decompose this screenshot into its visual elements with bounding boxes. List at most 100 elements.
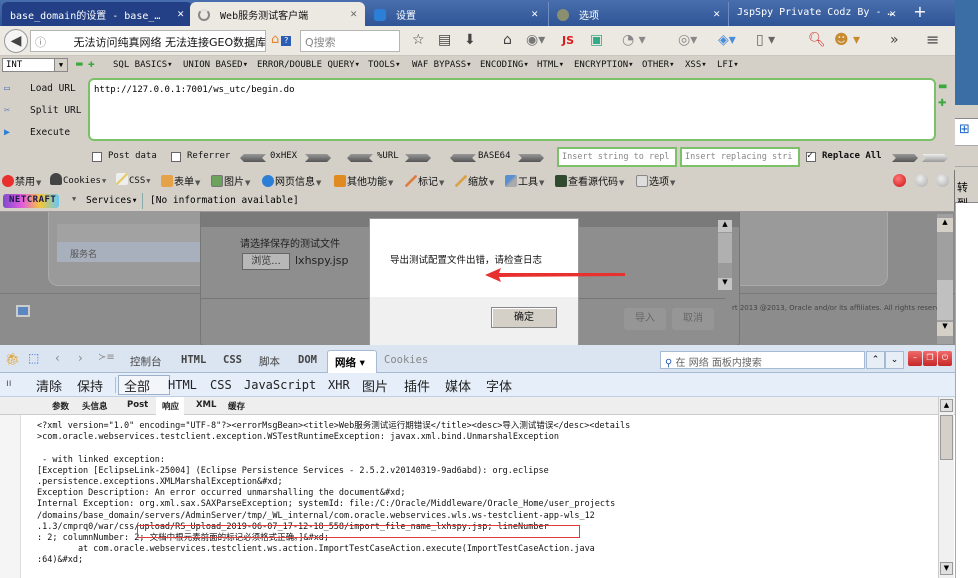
- tab-jspspy[interactable]: JspSpy Private Codz By - … ✕: [728, 2, 904, 26]
- filter-fonts[interactable]: 字体: [486, 376, 512, 395]
- menu-icon[interactable]: ≡: [926, 30, 939, 49]
- forward-icon[interactable]: ›: [78, 351, 83, 365]
- cancel-button[interactable]: 取消: [672, 308, 714, 330]
- image-tool-icon[interactable]: ▣: [590, 32, 603, 50]
- netcraft-dropdown-icon[interactable]: ▼: [72, 195, 76, 203]
- referrer-checkbox[interactable]: [171, 152, 181, 162]
- download-icon[interactable]: ⬇: [464, 32, 476, 50]
- menu-encoding[interactable]: ENCODING▾: [480, 60, 529, 70]
- hackbar-type-select[interactable]: INT ▼: [2, 58, 68, 72]
- replacing-string-input[interactable]: Insert replacing stri: [680, 147, 800, 167]
- warning-status-icon[interactable]: [915, 174, 928, 187]
- scroll-up-icon[interactable]: ▲: [718, 220, 732, 232]
- css-status-icon[interactable]: [936, 174, 949, 187]
- netcraft-services-menu[interactable]: Services▾: [86, 195, 137, 206]
- menu-union-based[interactable]: UNION BASED▾: [183, 60, 248, 70]
- close-icon[interactable]: ✕: [889, 7, 896, 20]
- menu-html[interactable]: HTML▾: [537, 60, 564, 70]
- hackbar-url-input[interactable]: http://127.0.0.1:7001/ws_utc/begin.do: [88, 78, 936, 141]
- geo-home-icon[interactable]: ⌂?: [271, 32, 292, 47]
- scroll-thumb[interactable]: [937, 280, 953, 320]
- replace-string-input[interactable]: Insert string to repl: [557, 147, 677, 167]
- error-status-icon[interactable]: [893, 174, 906, 187]
- menu-lfi[interactable]: LFI▾: [717, 60, 739, 70]
- scroll-thumb[interactable]: [940, 415, 953, 460]
- tab-post[interactable]: Post: [127, 400, 148, 410]
- bookmark-star-icon[interactable]: ☆: [412, 32, 425, 50]
- filter-media[interactable]: 媒体: [445, 376, 471, 395]
- url-encode-button[interactable]: [405, 154, 431, 162]
- tab-headers[interactable]: 头信息: [82, 400, 108, 412]
- wd-page-info[interactable]: 网页信息▼: [262, 173, 321, 188]
- url-decode-button[interactable]: [347, 154, 373, 162]
- layers-icon[interactable]: ◎▾: [678, 32, 697, 50]
- import-button[interactable]: 导入: [624, 308, 666, 330]
- tab-base-domain[interactable]: base_domain的设置 - base_… ✕: [2, 2, 192, 26]
- wd-cookies[interactable]: Cookies▼: [50, 173, 106, 186]
- replace-all-checkbox[interactable]: [806, 150, 816, 162]
- back-icon[interactable]: ‹: [55, 351, 60, 365]
- tab-cookies[interactable]: Cookies: [384, 354, 428, 366]
- address-bar[interactable]: ⓘ 无法访问纯真网络 无法连接GEO数据库: [30, 30, 266, 52]
- tab-settings[interactable]: 设置 ✕: [366, 2, 546, 26]
- tab-script[interactable]: 脚本: [259, 354, 280, 369]
- background-window-controls[interactable]: [955, 105, 978, 119]
- tab-response[interactable]: 响应: [162, 400, 179, 412]
- overflow-icon[interactable]: »: [890, 32, 899, 50]
- scroll-down-icon[interactable]: ▼: [937, 322, 953, 336]
- inspect-icon[interactable]: ⬚: [28, 351, 39, 365]
- wd-forms[interactable]: 表单▼: [161, 173, 200, 188]
- tab-net[interactable]: 网络 ▾: [327, 350, 377, 373]
- search-prev-button[interactable]: ⌃: [866, 351, 885, 369]
- filter-html[interactable]: HTML: [168, 378, 197, 392]
- search-next-button[interactable]: ⌄: [885, 351, 904, 369]
- tab-html[interactable]: HTML: [181, 354, 206, 366]
- globe-icon[interactable]: ◉▾: [526, 32, 545, 50]
- clipboard-icon[interactable]: ▯ ▾: [756, 32, 775, 50]
- close-firebug-icon[interactable]: ⏻: [938, 351, 952, 366]
- js-toggle-icon[interactable]: JS: [562, 34, 574, 52]
- color-icon[interactable]: ◈▾: [718, 32, 736, 50]
- info-icon[interactable]: ⓘ: [35, 36, 46, 49]
- wd-tools[interactable]: 工具▼: [505, 173, 544, 188]
- scroll-down-icon[interactable]: ▼: [718, 278, 732, 290]
- menu-encryption[interactable]: ENCRYPTION▾: [574, 60, 634, 70]
- new-tab-button[interactable]: +: [905, 2, 935, 24]
- menu-other[interactable]: OTHER▾: [642, 60, 675, 70]
- wd-options[interactable]: 选项▼: [636, 173, 675, 188]
- close-icon[interactable]: ✕: [531, 7, 538, 20]
- expand-icon[interactable]: ✚: [938, 98, 946, 109]
- filter-javascript[interactable]: JavaScript: [244, 378, 316, 392]
- base64-decode-button[interactable]: [450, 154, 476, 162]
- tab-cache[interactable]: 缓存: [228, 400, 245, 412]
- response-scrollbar[interactable]: ▲ ▼: [938, 397, 954, 578]
- clear-button[interactable]: 清除: [36, 376, 62, 395]
- scroll-down-icon[interactable]: ▼: [940, 562, 953, 575]
- search-input[interactable]: Q搜索: [300, 30, 400, 52]
- replace-button[interactable]: [892, 154, 918, 162]
- tab-css[interactable]: CSS: [223, 354, 242, 366]
- wd-disable[interactable]: 禁用▼: [2, 173, 41, 188]
- netcraft-logo[interactable]: NETCRAFT: [3, 194, 59, 208]
- plus-icon[interactable]: ✚: [88, 57, 95, 70]
- close-icon[interactable]: ✕: [713, 7, 720, 20]
- base64-encode-button[interactable]: [518, 154, 544, 162]
- minus-icon[interactable]: ▬: [76, 57, 83, 70]
- browse-button[interactable]: 浏览...: [242, 253, 290, 270]
- filter-images[interactable]: 图片: [362, 376, 388, 395]
- back-button[interactable]: ◀: [4, 29, 28, 53]
- tab-web-service-client[interactable]: Web服务测试客户端 ✕: [190, 2, 365, 26]
- dialog-scrollbar[interactable]: ▲ ▼: [718, 220, 732, 290]
- scroll-thumb[interactable]: [718, 233, 732, 263]
- tab-dom[interactable]: DOM: [298, 354, 317, 366]
- hex-decode-button[interactable]: [240, 154, 266, 162]
- goto-button[interactable]: 转到: [955, 167, 978, 210]
- post-data-checkbox[interactable]: [92, 152, 102, 162]
- load-url-button[interactable]: ▭ Load URL: [4, 83, 76, 94]
- shrink-icon[interactable]: ▬: [938, 81, 947, 92]
- wd-view-source[interactable]: 查看源代码▼: [555, 173, 624, 188]
- palette-icon[interactable]: ◔ ▾: [622, 32, 646, 50]
- detach-icon[interactable]: ❐: [923, 351, 937, 366]
- scroll-up-icon[interactable]: ▲: [940, 399, 953, 412]
- greasemonkey-icon[interactable]: ☻ ▾: [834, 32, 860, 50]
